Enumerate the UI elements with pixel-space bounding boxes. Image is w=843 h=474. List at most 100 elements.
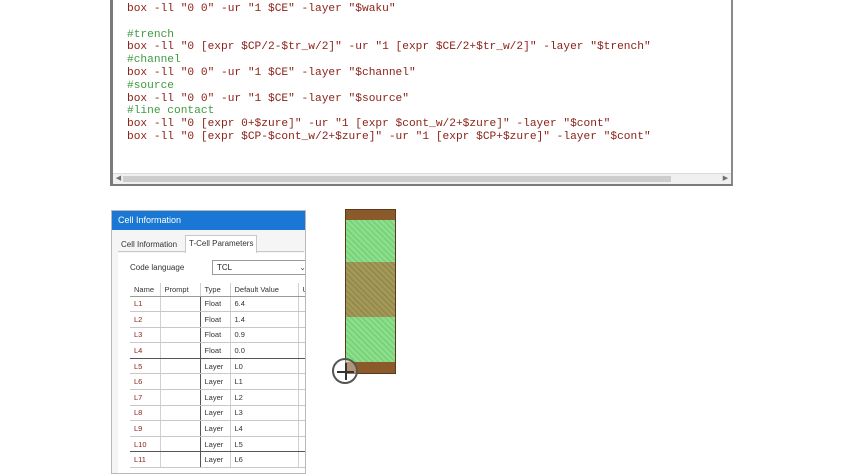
column-header-prompt[interactable]: Prompt — [160, 283, 201, 297]
code-language-label: Code language — [130, 263, 185, 272]
param-name-cell[interactable]: L7 — [130, 389, 161, 406]
table-row[interactable]: L4 Float 0.0 — [130, 342, 305, 359]
tab-bar: Cell Information T-Cell Parameters — [118, 235, 304, 253]
param-prompt-cell[interactable] — [159, 311, 201, 328]
chevron-down-icon[interactable]: ⌄ — [299, 261, 305, 274]
param-type-cell[interactable]: Layer — [200, 373, 231, 391]
scroll-right-icon[interactable]: ▶ — [721, 175, 730, 183]
scrollbar-thumb[interactable] — [123, 176, 671, 182]
param-type-cell[interactable]: Float — [200, 311, 231, 328]
column-header-type[interactable]: Type — [200, 283, 231, 297]
param-name-cell[interactable]: L4 — [130, 342, 161, 359]
param-unit-cell[interactable] — [298, 389, 305, 406]
param-prompt-cell[interactable] — [159, 451, 201, 469]
parameters-table-body: L1 Float 6.4 L2 Float 1.4 L3 Float 0.9 L4 Float 0.0… — [130, 296, 305, 469]
t-cell-parameters-pane: Code language TCL ⌄ Name Prompt Type Def… — [118, 253, 305, 473]
scroll-left-icon[interactable]: ◀ — [114, 175, 123, 183]
tab-t-cell-parameters[interactable]: T-Cell Parameters — [185, 235, 258, 253]
param-default-value-cell[interactable]: L5 — [230, 436, 299, 453]
table-row[interactable]: L1 Float 6.4 — [130, 296, 305, 313]
layer-band-green-lower — [346, 317, 395, 362]
table-row[interactable]: L7 Layer L2 — [130, 389, 305, 406]
param-default-value-cell[interactable]: 1.4 — [230, 311, 299, 328]
code-comment-line: #source — [127, 79, 174, 92]
table-row[interactable]: L8 Layer L3 — [130, 405, 305, 422]
param-default-value-cell[interactable]: L2 — [230, 389, 299, 406]
code-line: box -ll "0 [expr $CP-$cont_w/2+$zure]" -… — [127, 130, 651, 143]
dialog-title: Cell Information — [112, 211, 305, 230]
layer-band-top — [346, 210, 395, 220]
param-default-value-cell[interactable]: L6 — [230, 451, 299, 469]
code-text-area[interactable]: box -ll "0 0" -ur "1 $CE" -layer "$waku"… — [127, 3, 723, 144]
table-row[interactable]: L10 Layer L5 — [130, 436, 305, 453]
param-prompt-cell[interactable] — [159, 389, 201, 406]
code-comment-line: #line contact — [127, 105, 215, 118]
param-unit-cell[interactable] — [298, 405, 305, 422]
param-unit-cell[interactable] — [298, 451, 305, 469]
param-name-cell[interactable]: L6 — [130, 373, 161, 391]
column-header-unit[interactable]: U — [298, 283, 305, 297]
param-unit-cell[interactable] — [298, 436, 305, 453]
table-row[interactable]: L9 Layer L4 — [130, 420, 305, 437]
table-row[interactable]: L3 Float 0.9 — [130, 327, 305, 344]
param-type-cell[interactable]: Layer — [200, 389, 231, 406]
param-type-cell[interactable]: Layer — [200, 420, 231, 437]
param-default-value-cell[interactable]: L4 — [230, 420, 299, 437]
param-default-value-cell[interactable]: 0.9 — [230, 327, 299, 344]
param-name-cell[interactable]: L11 — [130, 451, 161, 469]
param-type-cell[interactable]: Layer — [200, 358, 231, 375]
param-unit-cell[interactable] — [298, 296, 305, 313]
param-name-cell[interactable]: L10 — [130, 436, 161, 453]
column-header-default-value[interactable]: Default Value — [230, 283, 299, 297]
param-unit-cell[interactable] — [298, 358, 305, 375]
param-prompt-cell[interactable] — [159, 420, 201, 437]
table-row[interactable]: L11 Layer L6 — [130, 451, 305, 469]
param-unit-cell[interactable] — [298, 327, 305, 344]
param-unit-cell[interactable] — [298, 342, 305, 359]
param-default-value-cell[interactable]: L0 — [230, 358, 299, 375]
code-line: box -ll "0 0" -ur "1 $CE" -layer "$sourc… — [127, 92, 409, 105]
column-header-name[interactable]: Name — [130, 283, 161, 297]
param-default-value-cell[interactable]: 0.0 — [230, 342, 299, 359]
param-default-value-cell[interactable]: 6.4 — [230, 296, 299, 313]
param-type-cell[interactable]: Layer — [200, 405, 231, 422]
param-type-cell[interactable]: Layer — [200, 451, 231, 469]
param-name-cell[interactable]: L9 — [130, 420, 161, 437]
code-line: box -ll "0 0" -ur "1 $CE" -layer "$chann… — [127, 66, 416, 79]
param-unit-cell[interactable] — [298, 373, 305, 391]
param-type-cell[interactable]: Layer — [200, 436, 231, 453]
param-prompt-cell[interactable] — [159, 373, 201, 391]
param-type-cell[interactable]: Float — [200, 296, 231, 313]
table-row[interactable]: L5 Layer L0 — [130, 358, 305, 375]
table-row[interactable]: L2 Float 1.4 — [130, 311, 305, 328]
crosshair-icon[interactable] — [332, 358, 358, 384]
param-prompt-cell[interactable] — [159, 296, 201, 313]
param-name-cell[interactable]: L3 — [130, 327, 161, 344]
param-prompt-cell[interactable] — [159, 405, 201, 422]
param-type-cell[interactable]: Float — [200, 327, 231, 344]
horizontal-scrollbar[interactable]: ◀ ▶ — [113, 173, 731, 184]
param-name-cell[interactable]: L2 — [130, 311, 161, 328]
param-prompt-cell[interactable] — [159, 436, 201, 453]
param-unit-cell[interactable] — [298, 420, 305, 437]
param-name-cell[interactable]: L8 — [130, 405, 161, 422]
param-default-value-cell[interactable]: L3 — [230, 405, 299, 422]
param-prompt-cell[interactable] — [159, 327, 201, 344]
param-type-cell[interactable]: Float — [200, 342, 231, 359]
param-default-value-cell[interactable]: L1 — [230, 373, 299, 391]
param-prompt-cell[interactable] — [159, 358, 201, 375]
param-name-cell[interactable]: L5 — [130, 358, 161, 375]
param-prompt-cell[interactable] — [159, 342, 201, 359]
code-language-select[interactable]: TCL ⌄ — [212, 260, 305, 275]
cell-information-dialog: Cell Information Cell Information T-Cell… — [111, 210, 306, 474]
tab-cell-information[interactable]: Cell Information — [118, 237, 180, 252]
layout-preview[interactable] — [345, 209, 396, 374]
code-comment-line: #trench — [127, 28, 174, 41]
param-unit-cell[interactable] — [298, 311, 305, 328]
code-line: box -ll "0 [expr 0+$zure]" -ur "1 [expr … — [127, 118, 611, 131]
param-name-cell[interactable]: L1 — [130, 296, 161, 313]
code-editor[interactable]: box -ll "0 0" -ur "1 $CE" -layer "$waku"… — [110, 0, 733, 186]
table-row[interactable]: L6 Layer L1 — [130, 373, 305, 391]
code-comment-line: #channel — [127, 54, 181, 67]
